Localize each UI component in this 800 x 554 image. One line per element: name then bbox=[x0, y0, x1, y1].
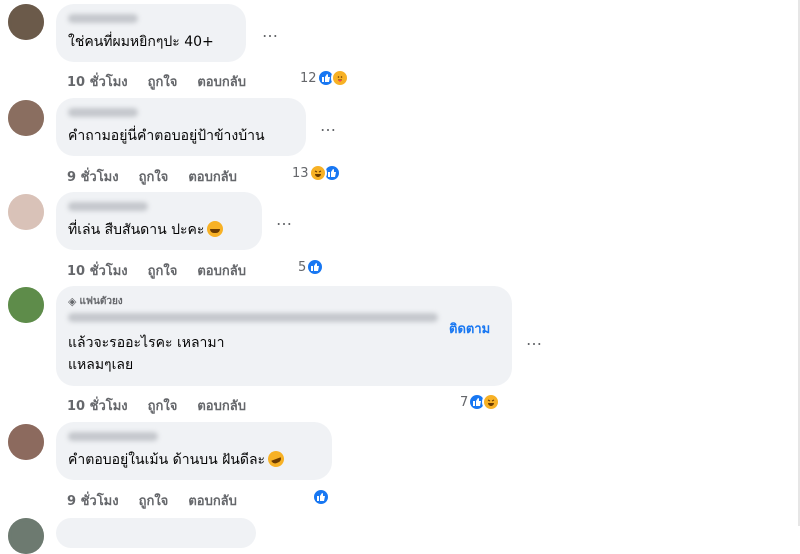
reply-button[interactable]: ตอบกลับ bbox=[188, 166, 237, 187]
reply-button[interactable]: ตอบกลับ bbox=[197, 395, 246, 416]
more-options-button[interactable]: … bbox=[320, 116, 337, 135]
reaction-summary[interactable]: 13 bbox=[292, 164, 341, 182]
comment-text: ที่เล่น สืบสันดาน ปะคะ bbox=[68, 219, 250, 241]
reply-button[interactable]: ตอบกลับ bbox=[197, 260, 246, 281]
author-name[interactable] bbox=[68, 432, 158, 441]
comment-bubble: ใช่คนที่ผมหยิกๆปะ 40+ bbox=[56, 4, 246, 62]
comment-text: แล้วจะรออะไรคะ เหลามา แหลมๆเลย bbox=[68, 335, 225, 373]
reaction-count: 7 bbox=[460, 394, 469, 410]
haha-icon bbox=[482, 393, 501, 411]
like-button[interactable]: ถูกใจ bbox=[139, 166, 169, 187]
reaction-count: 13 bbox=[292, 165, 309, 181]
comment-actions: 9 ชั่วโมง ถูกใจ ตอบกลับ bbox=[67, 166, 257, 187]
reaction-count: 12 bbox=[300, 70, 317, 86]
like-button[interactable]: ถูกใจ bbox=[139, 490, 169, 511]
reply-button[interactable]: ตอบกลับ bbox=[197, 71, 246, 92]
comment-actions: 10 ชั่วโมง ถูกใจ ตอบกลับ bbox=[67, 71, 266, 92]
like-button[interactable]: ถูกใจ bbox=[148, 71, 178, 92]
timestamp[interactable]: 9 ชั่วโมง bbox=[67, 166, 119, 187]
avatar[interactable] bbox=[8, 100, 44, 136]
diamond-icon: ◈ bbox=[68, 295, 77, 308]
comment-text: ใช่คนที่ผมหยิกๆปะ 40+ bbox=[68, 34, 214, 50]
reaction-summary[interactable]: 7 bbox=[460, 393, 501, 411]
author-name[interactable] bbox=[68, 313, 438, 322]
author-name[interactable] bbox=[68, 108, 138, 117]
like-icon bbox=[312, 488, 330, 506]
reaction-summary[interactable]: 5 bbox=[298, 258, 325, 276]
comment-bubble: คำตอบอยู่ในเม้น ด้านบน ฝันดีละ bbox=[56, 422, 332, 480]
haha-icon bbox=[308, 164, 327, 182]
follow-button[interactable]: ติดตาม bbox=[449, 318, 490, 339]
comment-text: คำถามอยู่นี่คำตอบอยู่ป้าข้างบ้าน bbox=[68, 128, 265, 144]
avatar[interactable] bbox=[8, 287, 44, 323]
grinning-emoji-icon bbox=[207, 221, 224, 237]
badge-label: แฟนตัวยง bbox=[79, 296, 123, 307]
comment-text-content: คำตอบอยู่ในเม้น ด้านบน ฝันดีละ bbox=[68, 452, 266, 468]
timestamp[interactable]: 9 ชั่วโมง bbox=[67, 490, 119, 511]
like-button[interactable]: ถูกใจ bbox=[148, 260, 178, 281]
like-icon bbox=[306, 258, 325, 276]
author-name[interactable] bbox=[68, 202, 148, 211]
rofl-emoji-icon bbox=[265, 448, 287, 470]
comment-bubble: ที่เล่น สืบสันดาน ปะคะ bbox=[56, 192, 262, 250]
comment-text-content: ที่เล่น สืบสันดาน ปะคะ bbox=[68, 222, 205, 238]
avatar[interactable] bbox=[8, 518, 44, 554]
timestamp[interactable]: 10 ชั่วโมง bbox=[67, 395, 128, 416]
timestamp[interactable]: 10 ชั่วโมง bbox=[67, 260, 128, 281]
timestamp[interactable]: 10 ชั่วโมง bbox=[67, 71, 128, 92]
more-options-button[interactable]: … bbox=[526, 330, 543, 349]
author-name[interactable] bbox=[68, 14, 138, 23]
comment-actions: 10 ชั่วโมง ถูกใจ ตอบกลับ bbox=[67, 395, 266, 416]
reaction-count: 5 bbox=[298, 259, 307, 275]
comment-text: คำตอบอยู่ในเม้น ด้านบน ฝันดีละ bbox=[68, 448, 320, 471]
like-button[interactable]: ถูกใจ bbox=[148, 395, 178, 416]
comment-actions: 10 ชั่วโมง ถูกใจ ตอบกลับ bbox=[67, 260, 266, 281]
reaction-summary[interactable]: 12 bbox=[300, 69, 349, 87]
comment-bubble: คำถามอยู่นี่คำตอบอยู่ป้าข้างบ้าน bbox=[56, 98, 306, 156]
reply-button[interactable]: ตอบกลับ bbox=[188, 490, 237, 511]
comment-actions: 9 ชั่วโมง ถูกใจ ตอบกลับ bbox=[67, 490, 257, 511]
avatar[interactable] bbox=[8, 194, 44, 230]
more-options-button[interactable]: … bbox=[262, 22, 279, 41]
more-options-button[interactable]: … bbox=[276, 210, 293, 229]
comment-bubble bbox=[56, 518, 256, 548]
avatar[interactable] bbox=[8, 424, 44, 460]
top-fan-badge[interactable]: ◈ แฟนตัวยง bbox=[68, 294, 500, 309]
avatar[interactable] bbox=[8, 4, 44, 40]
care-icon bbox=[330, 69, 349, 87]
comment-bubble: ◈ แฟนตัวยง แล้วจะรออะไรคะ เหลามา แหลมๆเลย bbox=[56, 286, 512, 386]
reaction-summary[interactable] bbox=[312, 488, 330, 506]
